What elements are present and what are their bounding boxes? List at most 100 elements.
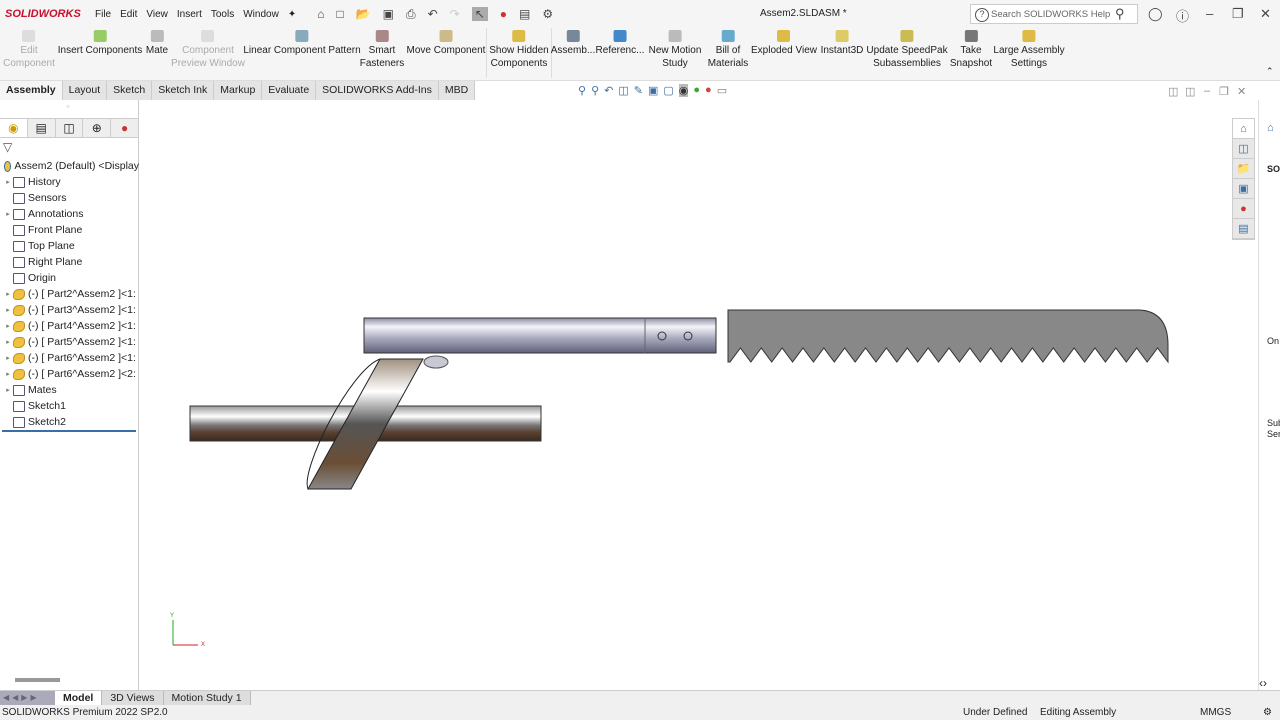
user-account-icon[interactable]: ◯ — [1148, 6, 1163, 22]
tree-item[interactable]: ▸ History — [0, 174, 139, 190]
help-icon[interactable]: ⓘ — [1176, 6, 1189, 25]
featuremanager-tab-icon[interactable]: ◉ — [0, 119, 28, 137]
status-settings-icon[interactable]: ⚙ — [1263, 705, 1272, 720]
tab-markup[interactable]: Markup — [214, 81, 263, 100]
menu-edit[interactable]: Edit — [120, 9, 137, 20]
menu-file[interactable]: File — [95, 9, 111, 20]
graphics-area[interactable]: Y X — [140, 100, 1230, 690]
tab-sketch-ink[interactable]: Sketch Ink — [152, 81, 215, 100]
tab-assembly[interactable]: Assembly — [0, 81, 63, 100]
view-settings-icon[interactable]: ▭ — [717, 84, 727, 97]
expand-arrow-icon[interactable]: ▸ — [3, 386, 13, 394]
edit-appearance-icon[interactable]: ● — [693, 84, 700, 97]
expand-arrow-icon[interactable]: ▸ — [3, 290, 13, 298]
expand-arrow-icon[interactable]: ▸ — [3, 178, 13, 186]
tree-item[interactable]: Right Plane — [0, 254, 139, 270]
tree-item[interactable]: Top Plane — [0, 238, 139, 254]
panel-splitter-handle[interactable]: ○ — [66, 104, 70, 110]
tab-3d-views[interactable]: 3D Views — [102, 691, 164, 705]
tree-item[interactable]: ▸ (-) [ Part2^Assem2 ]<1: — [0, 286, 139, 302]
tile-left-icon[interactable]: ◫ — [1168, 85, 1178, 98]
expand-arrow-icon[interactable]: ▸ — [3, 322, 13, 330]
menu-insert[interactable]: Insert — [177, 9, 202, 20]
select-icon[interactable]: ↖ — [471, 7, 488, 21]
file-properties-icon[interactable]: ▤ — [519, 7, 530, 21]
display-style-icon[interactable]: ▢ — [663, 84, 673, 97]
configurationmanager-tab-icon[interactable]: ◫ — [55, 119, 84, 137]
bill-of-materials-button[interactable]: Bill of Materials — [708, 28, 748, 70]
pin-icon[interactable]: ✦ — [288, 9, 296, 20]
doc-minimize-button[interactable]: – — [1204, 85, 1210, 97]
dynamic-annotation-icon[interactable]: ✎ — [634, 84, 643, 97]
tree-item[interactable]: ▸ (-) [ Part6^Assem2 ]<2: — [0, 366, 139, 382]
new-document-icon[interactable]: □ — [336, 7, 343, 21]
zoom-to-fit-icon[interactable]: ⚲ — [578, 84, 586, 97]
tree-item[interactable]: Sketch2 — [0, 414, 139, 430]
tree-item[interactable]: ▸ Mates — [0, 382, 139, 398]
tree-item[interactable]: ▸ (-) [ Part4^Assem2 ]<1: — [0, 318, 139, 334]
tab-mbd[interactable]: MBD — [438, 81, 476, 100]
show-hidden-components-button[interactable]: Show Hidden Components — [489, 28, 549, 70]
saw-blade[interactable] — [727, 309, 1169, 364]
update-speedpak-button[interactable]: Update SpeedPak Subassemblies — [866, 28, 948, 70]
move-component-button[interactable]: Move Component — [407, 28, 485, 57]
take-snapshot-button[interactable]: Take Snapshot — [950, 28, 992, 70]
expand-arrow-icon[interactable]: ▸ — [3, 354, 13, 362]
collapse-ribbon-icon[interactable]: ⌃ — [1266, 66, 1274, 77]
menu-tools[interactable]: Tools — [211, 9, 234, 20]
exploded-view-button[interactable]: Exploded View — [751, 28, 817, 57]
tree-item[interactable]: ▸ (-) [ Part5^Assem2 ]<1: — [0, 334, 139, 350]
zoom-to-area-icon[interactable]: ⚲ — [591, 84, 599, 97]
units-selector[interactable]: MMGS — [1200, 705, 1231, 720]
tab-layout[interactable]: Layout — [62, 81, 108, 100]
chevron-left-right-icon[interactable]: ‹› — [1259, 676, 1267, 690]
undo-icon[interactable]: ↶ — [428, 7, 438, 21]
large-assembly-settings-button[interactable]: Large Assembly Settings — [993, 28, 1065, 70]
design-library-icon[interactable]: ◫ — [1233, 139, 1254, 159]
tab-addins[interactable]: SOLIDWORKS Add-Ins — [316, 81, 439, 100]
tree-item[interactable]: ▸ (-) [ Part3^Assem2 ]<1: — [0, 302, 139, 318]
reference-geometry-button[interactable]: Referenc... — [596, 28, 644, 57]
appearances-icon[interactable]: ● — [1233, 199, 1254, 219]
section-view-icon[interactable]: ◫ — [618, 84, 628, 97]
search-icon[interactable]: ⚲ — [1115, 6, 1125, 22]
previous-view-icon[interactable]: ↶ — [604, 84, 613, 97]
tab-sketch[interactable]: Sketch — [107, 81, 153, 100]
rollback-bar[interactable] — [2, 430, 136, 432]
component-preview-window-button[interactable]: Component Preview Window — [171, 28, 245, 70]
tree-item[interactable]: Sketch1 — [0, 398, 139, 414]
tab-model[interactable]: Model — [55, 691, 103, 705]
linear-component-pattern-button[interactable]: Linear Component Pattern — [243, 28, 361, 57]
search-help-input[interactable]: Search SOLIDWORKS Help — [970, 4, 1138, 24]
tree-item[interactable]: ▸ (-) [ Part6^Assem2 ]<1: — [0, 350, 139, 366]
tab-motion-study-1[interactable]: Motion Study 1 — [163, 691, 251, 705]
open-icon[interactable]: 📂 — [356, 7, 371, 21]
rebuild-icon[interactable]: ● — [500, 7, 507, 21]
filter-icon[interactable]: ▽ — [3, 140, 12, 154]
view-orientation-icon[interactable]: ▣ — [648, 84, 658, 97]
tree-item[interactable]: Assem2 (Default) <Display — [0, 158, 139, 174]
dimxpert-tab-icon[interactable]: ⊕ — [83, 119, 112, 137]
instant3d-button[interactable]: Instant3D — [821, 28, 863, 57]
menu-view[interactable]: View — [146, 9, 168, 20]
custom-properties-icon[interactable]: ▤ — [1233, 219, 1254, 239]
tree-item[interactable]: Sensors — [0, 190, 139, 206]
home-icon[interactable]: ⌂ — [1267, 122, 1274, 134]
view-palette-icon[interactable]: ▣ — [1233, 179, 1254, 199]
edit-component-button[interactable]: Edit Component — [3, 28, 55, 70]
smart-fasteners-button[interactable]: Smart Fasteners — [360, 28, 404, 70]
new-motion-study-button[interactable]: New Motion Study — [649, 28, 701, 70]
menu-window[interactable]: Window — [243, 9, 279, 20]
expand-arrow-icon[interactable]: ▸ — [3, 306, 13, 314]
handle-tube[interactable] — [363, 317, 717, 354]
tree-item[interactable]: ▸ Annotations — [0, 206, 139, 222]
tab-evaluate[interactable]: Evaluate — [262, 81, 317, 100]
clamp-knob[interactable] — [423, 355, 449, 369]
insert-components-button[interactable]: Insert Components — [58, 28, 142, 57]
apply-scene-icon[interactable]: ● — [705, 84, 712, 97]
restore-button[interactable]: ❐ — [1232, 6, 1244, 22]
propertymanager-tab-icon[interactable]: ▤ — [27, 119, 56, 137]
save-icon[interactable]: ▣ — [383, 7, 394, 21]
hide-show-items-icon[interactable]: ◉ — [678, 84, 689, 97]
doc-close-button[interactable]: ✕ — [1237, 85, 1246, 98]
